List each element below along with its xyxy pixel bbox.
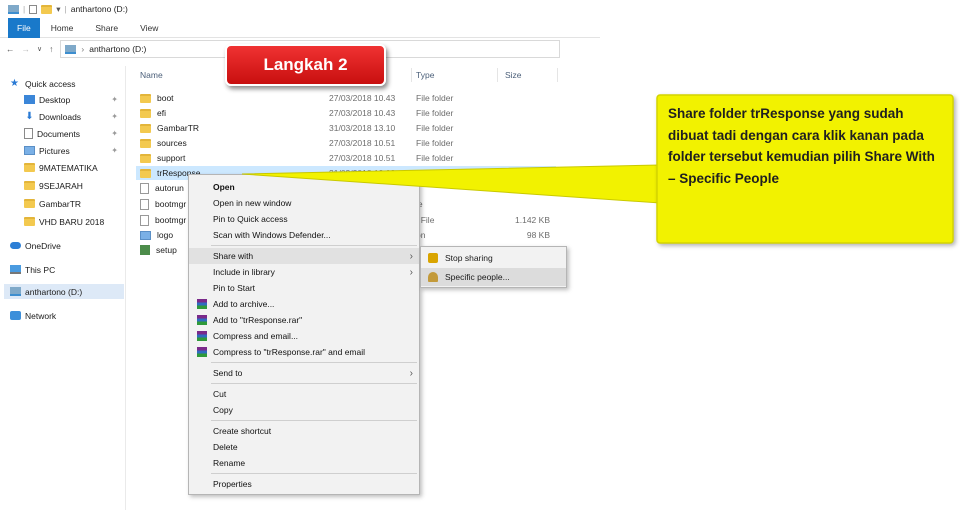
callout-pointer: [241, 164, 661, 204]
callout-text: Share folder trResponse yang sudah dibua…: [668, 106, 935, 186]
callout-bubble: [241, 94, 954, 244]
